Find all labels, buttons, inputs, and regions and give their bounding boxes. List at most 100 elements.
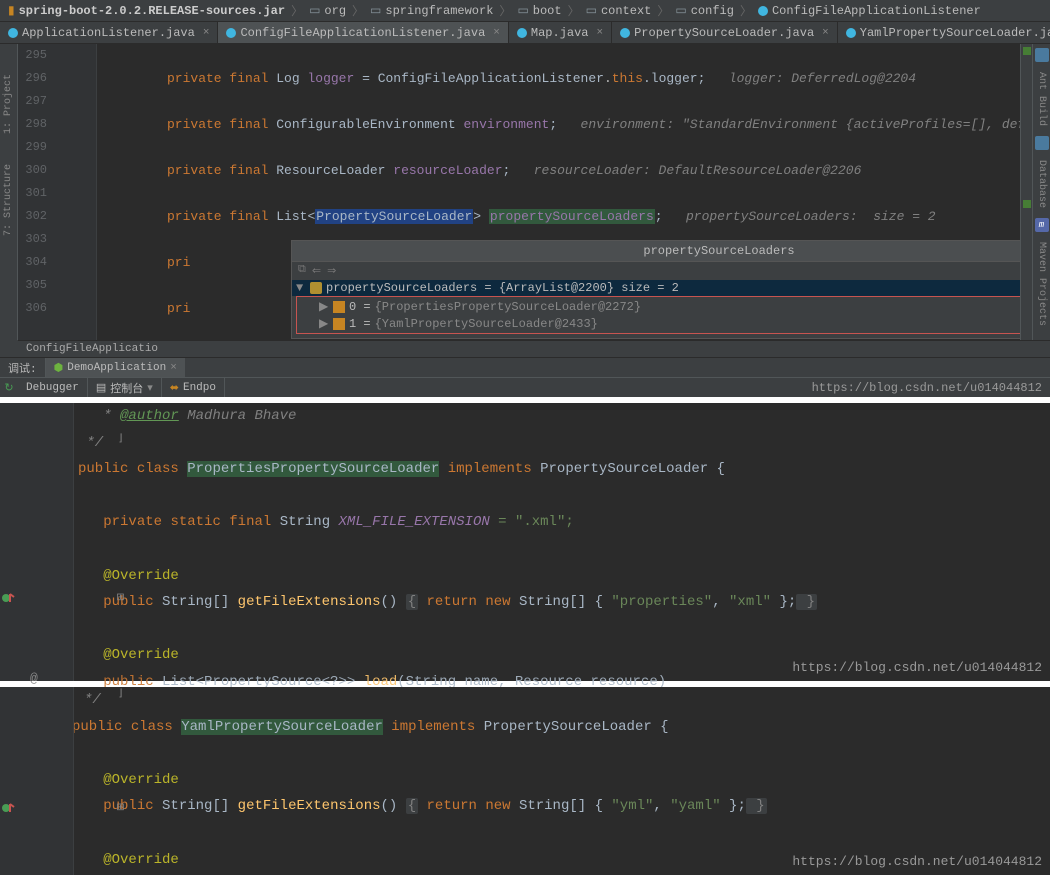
- endpoints-icon: ⬌: [170, 381, 179, 395]
- keyword: public: [78, 461, 128, 477]
- java-class-icon: [226, 28, 236, 38]
- fold-end-icon[interactable]: ⌋: [115, 434, 126, 445]
- type: String: [519, 798, 569, 814]
- editor-container: 1: Project 7: Structure 295 296 297 298 …: [0, 44, 1050, 340]
- type: String: [162, 798, 212, 814]
- debug-bottom-toolbar: ↻ Debugger ▤控制台▾ ⬌Endpo https://blog.csd…: [0, 377, 1050, 397]
- type: String: [519, 594, 569, 610]
- keyword: return: [418, 594, 485, 610]
- chevron-down-icon[interactable]: ▼: [296, 281, 306, 295]
- index-icon: [333, 301, 345, 313]
- forward-icon[interactable]: ⇒: [327, 264, 336, 278]
- scrollbar-track[interactable]: [1020, 44, 1032, 340]
- fold-plus-icon[interactable]: ⊞: [115, 803, 126, 814]
- code-panel-yaml-loader[interactable]: ⌋ ⊞ */ public class YamlPropertySourceLo…: [0, 687, 1050, 875]
- breadcrumb-jar[interactable]: spring-boot-2.0.2.RELEASE-sources.jar: [19, 4, 285, 18]
- status-indicator: [1023, 200, 1031, 208]
- keyword: this: [612, 71, 643, 86]
- line-number: 295: [18, 44, 47, 67]
- fold-brace[interactable]: {: [406, 594, 418, 610]
- annotation: @Override: [103, 647, 179, 663]
- tab-configfile-listener[interactable]: ConfigFileApplicationListener.java×: [218, 22, 508, 43]
- ant-icon[interactable]: [1035, 48, 1049, 62]
- keyword: class: [137, 461, 179, 477]
- breadcrumb-part[interactable]: org: [324, 4, 346, 18]
- breadcrumb-part[interactable]: ConfigFileApplicationListener: [772, 4, 981, 18]
- console-tab[interactable]: ▤控制台▾: [88, 378, 162, 397]
- debugger-tab[interactable]: Debugger: [18, 378, 88, 397]
- watermark: https://blog.csdn.net/u014044812: [812, 381, 1050, 395]
- keyword: public: [103, 798, 162, 814]
- chevron-right-icon[interactable]: ▶: [319, 299, 329, 314]
- line-number: 297: [18, 90, 47, 113]
- tab-yaml-loader[interactable]: YamlPropertySourceLoader.java×: [838, 22, 1050, 43]
- fold-brace[interactable]: {: [406, 798, 418, 814]
- breadcrumb-part[interactable]: context: [601, 4, 651, 18]
- tool-project[interactable]: 1: Project: [3, 74, 14, 134]
- chevron-right-icon[interactable]: ▶: [319, 316, 329, 331]
- keyword: private: [167, 117, 222, 132]
- breadcrumb-part[interactable]: config: [691, 4, 734, 18]
- tab-property-source-loader[interactable]: PropertySourceLoader.java×: [612, 22, 838, 43]
- tab-map[interactable]: Map.java×: [509, 22, 612, 43]
- folder-icon: ▭: [675, 3, 686, 18]
- type: ResourceLoader: [276, 163, 385, 178]
- breadcrumb-part[interactable]: springframework: [385, 4, 493, 18]
- tool-maven[interactable]: Maven Projects: [1036, 242, 1047, 326]
- tool-ant-build[interactable]: Ant Build: [1036, 72, 1047, 126]
- debug-evaluate-popup[interactable]: propertySourceLoaders ⧉ ⇐ ⇒ ▼ propertySo…: [291, 240, 1020, 339]
- watermark: https://blog.csdn.net/u014044812: [792, 854, 1042, 869]
- debug-tree-item[interactable]: ▶ 1 = {YamlPropertySourceLoader@2433}: [297, 315, 1020, 332]
- close-icon[interactable]: ×: [597, 27, 604, 39]
- close-icon[interactable]: ×: [203, 27, 210, 39]
- close-icon[interactable]: ×: [170, 362, 177, 374]
- editor-breadcrumb[interactable]: ConfigFileApplicatio: [18, 340, 1050, 357]
- maven-icon[interactable]: m: [1035, 218, 1049, 232]
- breadcrumb-part[interactable]: boot: [533, 4, 562, 18]
- line-number: 303: [18, 228, 47, 251]
- run-line-marker-icon[interactable]: [2, 591, 16, 605]
- back-icon[interactable]: ⇐: [312, 264, 321, 278]
- debug-tree-root[interactable]: ▼ propertySourceLoaders = {ArrayList@220…: [292, 280, 1020, 296]
- tool-database[interactable]: Database: [1036, 160, 1047, 208]
- type: PropertySourceLoader: [484, 719, 652, 735]
- string-literal: "yaml": [670, 798, 720, 814]
- java-class-icon: [8, 28, 18, 38]
- tab-label: ApplicationListener.java: [22, 26, 195, 40]
- selected-type: PropertySourceLoader: [315, 209, 473, 224]
- fold-gutter: ⌋ ⊞: [56, 403, 74, 681]
- line-number: 301: [18, 182, 47, 205]
- rerun-icon[interactable]: ↻: [0, 381, 18, 395]
- line-number: 306: [18, 297, 47, 320]
- close-icon[interactable]: ×: [493, 27, 500, 39]
- fold-brace[interactable]: }: [746, 798, 767, 814]
- run-line-marker-icon[interactable]: [2, 801, 16, 815]
- copy-icon[interactable]: ⧉: [298, 264, 306, 278]
- keyword: pri: [167, 255, 190, 270]
- fold-end-icon[interactable]: ⌋: [115, 689, 126, 700]
- java-class-icon: [846, 28, 856, 38]
- fold-brace[interactable]: }: [796, 594, 817, 610]
- tool-structure[interactable]: 7: Structure: [3, 164, 14, 236]
- folder-icon: ▭: [309, 3, 320, 18]
- right-tool-stripe: Ant Build Database m Maven Projects: [1032, 44, 1050, 340]
- keyword: public: [103, 594, 162, 610]
- debug-tab-app[interactable]: ⬢ DemoApplication ×: [46, 358, 185, 377]
- debug-tree-item[interactable]: ▶ 0 = {PropertiesPropertySourceLoader@22…: [297, 298, 1020, 315]
- code-panel-properties-loader[interactable]: @ ⌋ ⊞ * @author Madhura Bhave */ public …: [0, 403, 1050, 681]
- javadoc-tag: @author: [120, 408, 179, 424]
- field-icon: [310, 282, 322, 294]
- keyword: implements: [448, 461, 532, 477]
- code-editor[interactable]: private final Log logger = ConfigFileApp…: [97, 44, 1020, 340]
- type: String: [280, 514, 330, 530]
- type: ConfigurableEnvironment: [276, 117, 455, 132]
- comment-text: Madhura Bhave: [179, 408, 297, 424]
- database-icon[interactable]: [1035, 136, 1049, 150]
- tab-application-listener[interactable]: ApplicationListener.java ×: [0, 22, 218, 43]
- class-name: YamlPropertySourceLoader: [181, 719, 383, 735]
- close-icon[interactable]: ×: [822, 27, 829, 39]
- fold-plus-icon[interactable]: ⊞: [115, 593, 126, 604]
- endpoints-tab[interactable]: ⬌Endpo: [162, 378, 225, 397]
- line-number: 296: [18, 67, 47, 90]
- folder-icon: ▮: [8, 3, 15, 18]
